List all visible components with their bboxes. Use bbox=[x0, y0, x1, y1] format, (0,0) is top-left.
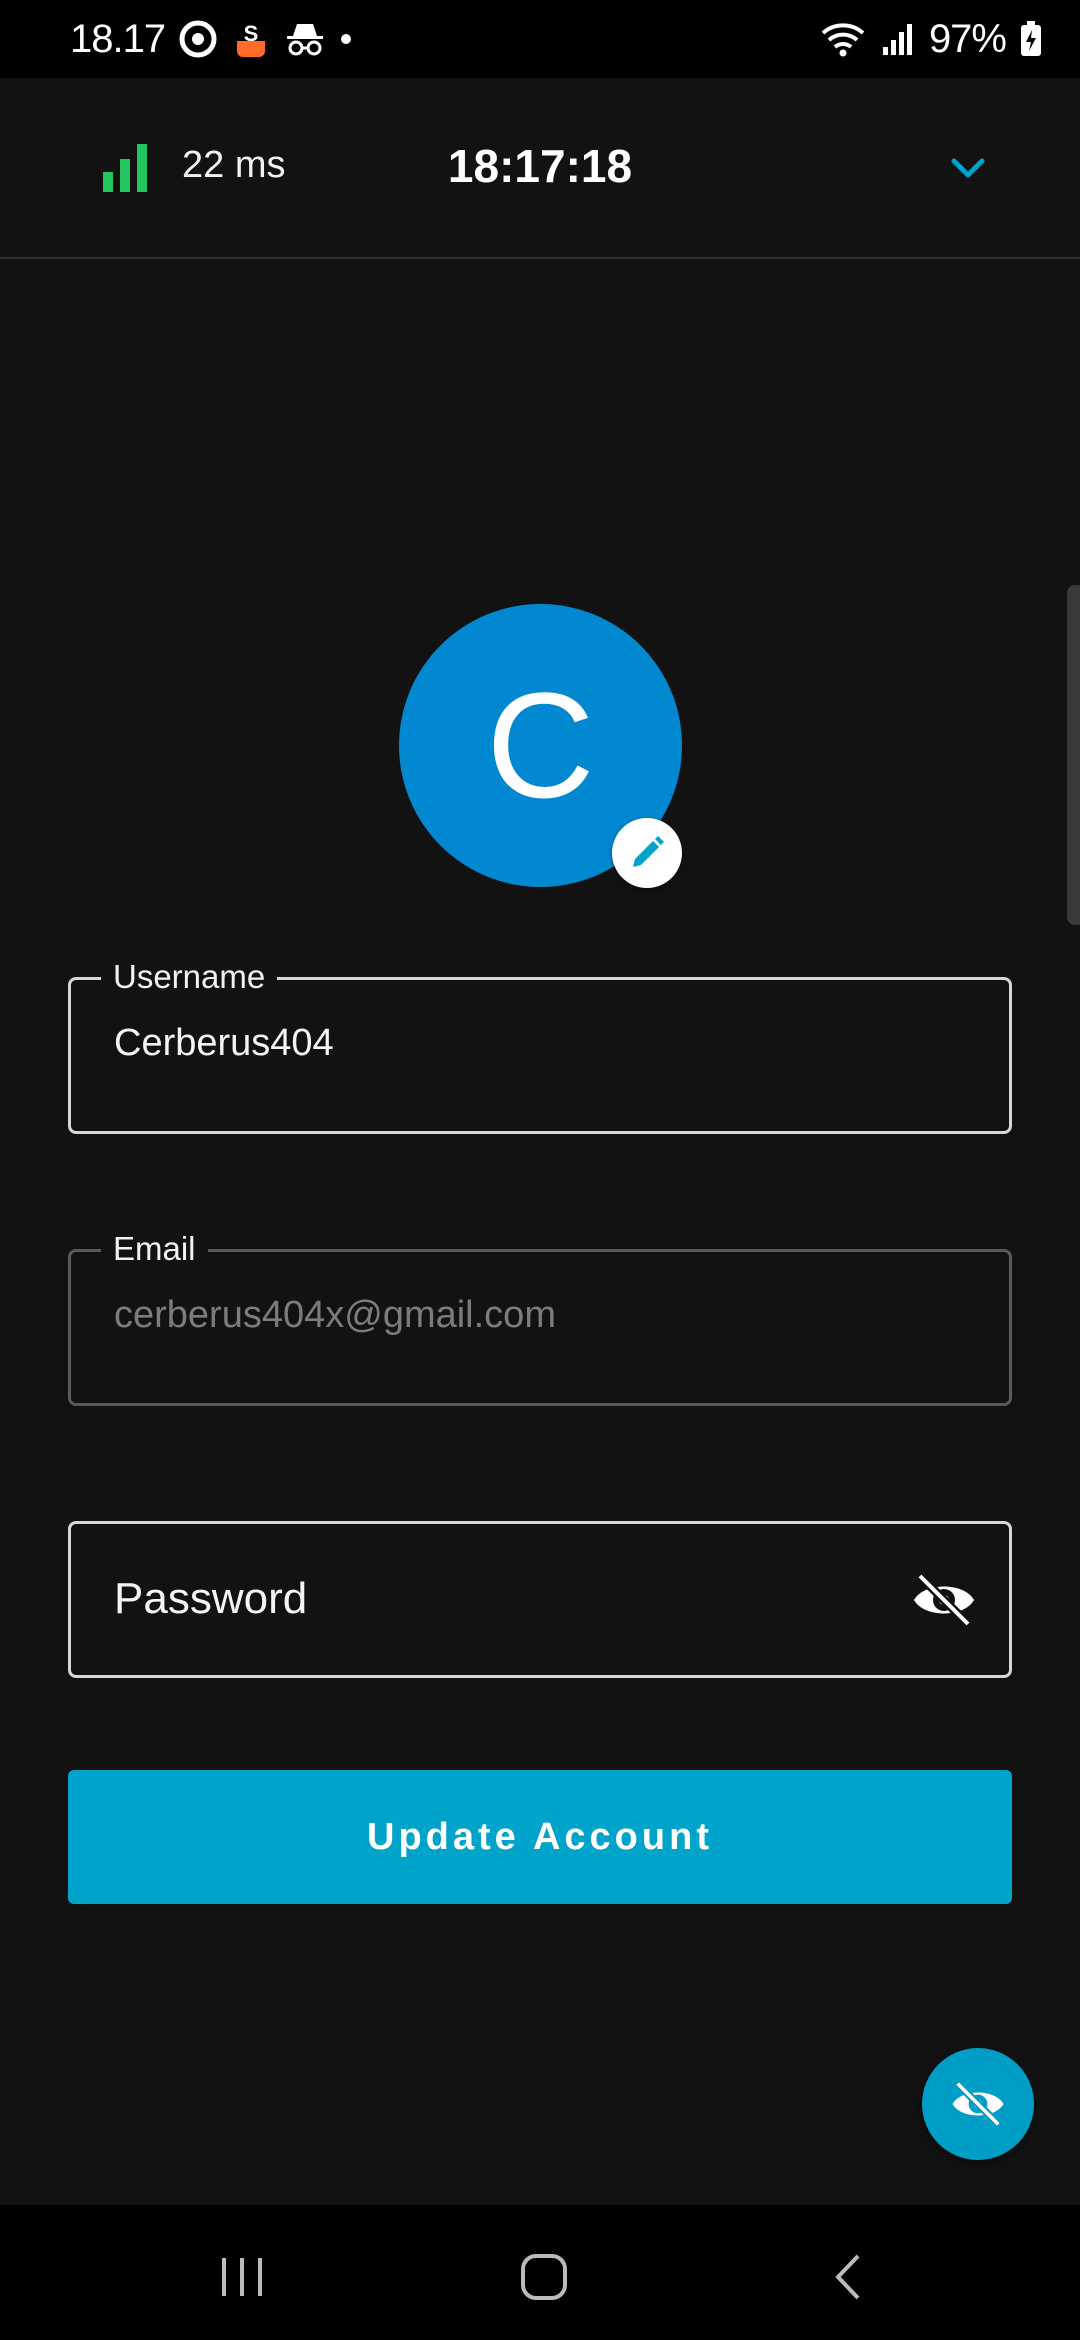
battery-percent: 97% bbox=[928, 16, 1007, 61]
username-field[interactable]: Username Cerberus404 bbox=[68, 958, 1012, 1134]
incognito-icon bbox=[285, 20, 325, 58]
target-icon bbox=[179, 20, 217, 58]
email-input: cerberus404x@gmail.com bbox=[114, 1294, 556, 1336]
header-clock: 18:17:18 bbox=[447, 140, 633, 192]
password-input[interactable]: Password bbox=[114, 1574, 307, 1624]
chevron-down-icon[interactable] bbox=[948, 148, 988, 188]
shopee-icon: S bbox=[231, 19, 271, 59]
scrollbar-thumb[interactable] bbox=[1067, 585, 1080, 925]
pencil-icon bbox=[633, 836, 664, 867]
email-field: Email cerberus404x@gmail.com bbox=[68, 1230, 1012, 1406]
update-account-button[interactable]: Update Account bbox=[68, 1770, 1012, 1904]
status-bar-right: 97% bbox=[819, 17, 1042, 62]
status-bar: 18.17 S 97% bbox=[0, 0, 1080, 78]
email-label: Email bbox=[101, 1230, 208, 1268]
home-icon bbox=[521, 2254, 567, 2300]
edit-avatar-button[interactable] bbox=[612, 818, 682, 888]
avatar-initial: C bbox=[486, 661, 595, 829]
eye-off-icon bbox=[952, 2080, 1004, 2128]
username-input[interactable]: Cerberus404 bbox=[114, 1022, 334, 1065]
password-field[interactable]: Password bbox=[68, 1521, 1012, 1678]
back-icon bbox=[835, 2254, 860, 2300]
eye-off-icon[interactable] bbox=[911, 1572, 977, 1628]
status-bar-left: 18.17 S bbox=[70, 17, 353, 62]
recents-icon bbox=[222, 2258, 262, 2296]
dot-icon bbox=[339, 32, 353, 46]
back-button[interactable] bbox=[818, 2247, 878, 2307]
toggle-visibility-fab[interactable] bbox=[922, 2048, 1034, 2160]
username-label: Username bbox=[101, 958, 278, 996]
battery-charging-icon bbox=[1020, 21, 1042, 57]
wifi-icon bbox=[819, 19, 867, 59]
app-header: 22 ms 18:17:18 bbox=[0, 78, 1080, 259]
cell-signal-icon bbox=[881, 21, 915, 57]
svg-text:S: S bbox=[244, 21, 259, 46]
status-time: 18.17 bbox=[70, 16, 166, 61]
screen: 18.17 S 97% 22 ms 18:17:18 C Username Ce… bbox=[0, 0, 1080, 2340]
system-nav-bar bbox=[0, 2205, 1080, 2340]
recents-button[interactable] bbox=[212, 2247, 272, 2307]
home-button[interactable] bbox=[514, 2247, 574, 2307]
